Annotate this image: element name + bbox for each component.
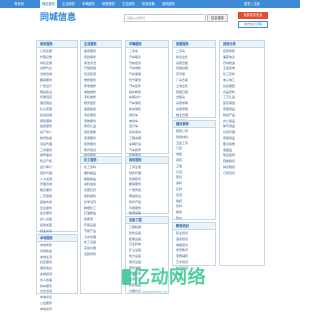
- watermark-logo-icon: [122, 269, 131, 285]
- post-info-button[interactable]: 免费发布信息: [238, 12, 268, 19]
- watermark-subtext: www.yidong.net: [142, 290, 168, 294]
- nav-item-machinery[interactable]: 机械设备: [140, 0, 157, 8]
- category-box-education: 教育培训 职业培训 语言培训 电脑培训 学历教育 家教辅导 艺术培训 体育培训 驾校: [172, 222, 216, 276]
- category-title[interactable]: 教育培训: [173, 223, 215, 230]
- site-name[interactable]: 黄页网: [4, 0, 34, 8]
- category-box-vehicle: 车辆服务 二手车 汽车租赁 驾校培训 汽车维修 汽车美容 代驾服务 汽车配件 拖车救援 车辆过户…: [125, 40, 169, 175]
- category-title[interactable]: 设备工程: [126, 217, 168, 224]
- category-box-building: 建材装饰 装修公司 建筑材料 五金工具 门窗 地板 瓷砖 卫浴 灯具 家具 涂料 石材 吊顶 墙纸 管材玻…: [172, 120, 216, 220]
- category-link[interactable]: 包装材料: [84, 252, 118, 258]
- category-links: 公司注册 代理记账 商标注册 资质代办 法律咨询 翻译服务 广告设计 网站建设 印刷包装 展览展会…: [37, 48, 77, 259]
- nav-item-vehicle[interactable]: 车辆服务: [80, 0, 97, 8]
- category-box-other: 其他分类 招聘求职 兼职信息 农林牧渔 五金机电 化工原料 电子电工 纺织服装 食品饮料 工艺礼…: [219, 40, 265, 266]
- category-links: 装修公司 建筑材料 五金工具 门窗 地板 瓷砖 卫浴 灯具 家具 涂料 石材 吊顶 墙纸 管材 玻璃 防水: [173, 128, 215, 223]
- category-title[interactable]: 其他分类: [220, 41, 264, 48]
- category-title[interactable]: 商务服务: [37, 41, 77, 48]
- category-box-business-service: 商务服务 工商注册 财务代理 法律顾问 翻译服务 广告传媒 网站建设 软件开发 印刷服务 物流运…: [125, 156, 169, 233]
- search-button[interactable]: 信息搜索: [207, 14, 228, 22]
- category-link[interactable]: 本地资讯: [40, 307, 74, 313]
- category-title[interactable]: 本地服务: [37, 235, 77, 242]
- nav-item-home[interactable]: 网站首页: [40, 0, 57, 8]
- post-guide-button[interactable]: 发布信息流程: [238, 21, 268, 28]
- top-navigation-bar: 黄页网 网站首页 生活服务 车辆服务 房屋服务 生意服务 机械设备 其他服务 登…: [0, 0, 300, 8]
- category-link[interactable]: 防水: [176, 216, 212, 222]
- nav-item-other[interactable]: 其他服务: [160, 0, 177, 8]
- category-link[interactable]: 日用百货: [223, 171, 261, 177]
- nav-item-house[interactable]: 房屋服务: [100, 0, 117, 8]
- category-links: 本地商家 同城快递 本地生活 社区服务 便民信息 失物招领 寻人启事 拼车服务 交友活动 本地论坛…: [37, 242, 77, 314]
- category-box-house: 房屋服务 二手房 新房出售 房屋出租 商铺出租 写字楼 厂房仓库 土地出售 短租日租 合租房 房屋…: [172, 40, 216, 140]
- category-title[interactable]: 房屋服务: [173, 41, 215, 48]
- search-input[interactable]: 请输入关键词: [124, 14, 206, 22]
- category-title[interactable]: 车辆服务: [126, 41, 168, 48]
- category-box-commerce: 商务服务 公司注册 代理记账 商标注册 资质代办 法律咨询 翻译服务 广告设计 网站建设 印刷包…: [36, 40, 78, 256]
- category-box-chemical: 化工服务 化工原料 塑料制品 橡胶制品 涂料油漆 化肥农药 染料颜料 化学试剂 精细化工 石油制…: [80, 156, 122, 294]
- category-title[interactable]: 化工服务: [81, 157, 121, 164]
- category-box-life: 生活服务 搬家服务 家政服务 保洁清洗 开锁换锁 管道疏通 维修服务 家电维修 电脑维修 手机维…: [80, 40, 122, 181]
- nav-item-business[interactable]: 生意服务: [120, 0, 137, 8]
- category-title[interactable]: 建材装饰: [173, 121, 215, 128]
- watermark: 亿动网络 www.yidong.net: [122, 266, 300, 300]
- category-title[interactable]: 生活服务: [81, 41, 121, 48]
- login-register-link[interactable]: 登录 | 注册: [244, 0, 260, 8]
- site-logo[interactable]: 同城信息 tongcheng: [40, 12, 84, 24]
- watermark-text: 亿动网络: [132, 267, 206, 288]
- category-box-local: 本地服务 本地商家 同城快递 本地生活 社区服务 便民信息 失物招领 寻人启事 拼车服务 交友活…: [36, 234, 78, 311]
- logo-subtext: tongcheng: [57, 12, 70, 15]
- category-links: 招聘求职 兼职信息 农林牧渔 五金机电 化工原料 电子电工 纺织服装 食品饮料 工艺礼品 医药保健…: [220, 48, 264, 178]
- nav-item-life[interactable]: 生活服务: [60, 0, 77, 8]
- category-links: 化工原料 塑料制品 橡胶制品 涂料油漆 化肥农药 染料颜料 化学试剂 精细化工 石油制品 新能源环…: [81, 164, 121, 259]
- category-title[interactable]: 商务服务: [126, 157, 168, 164]
